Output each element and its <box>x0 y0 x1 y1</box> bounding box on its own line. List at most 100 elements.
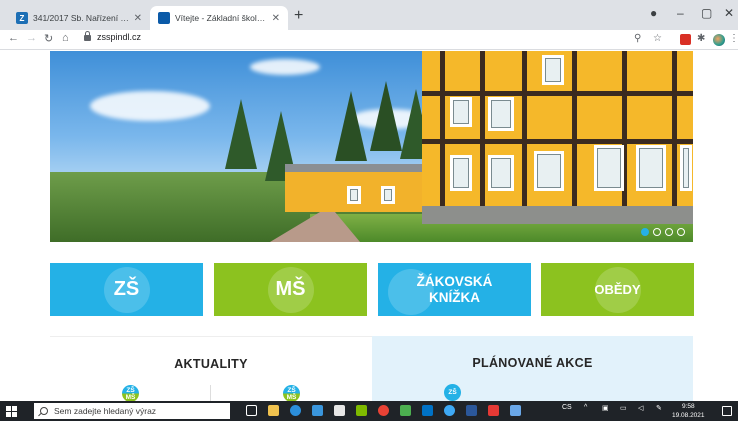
app-icon[interactable] <box>400 405 411 416</box>
slider-dot[interactable] <box>665 228 673 236</box>
zs-ms-badge: ZŠ MŠ <box>283 385 300 401</box>
back-button[interactable]: ← <box>8 32 19 44</box>
zs-badge: ZŠ <box>444 384 461 401</box>
window <box>381 186 395 204</box>
slider-dot[interactable] <box>677 228 685 236</box>
window <box>680 145 692 191</box>
timber-beam <box>522 51 527 221</box>
events-panel-title: PLÁNOVANÉ AKCE <box>472 356 593 370</box>
mail-icon[interactable] <box>312 405 323 416</box>
tile-materska-skola[interactable]: MŠ <box>214 263 367 316</box>
new-tab-button[interactable]: + <box>294 8 303 24</box>
badge-zs-text: ZŠ <box>126 386 135 394</box>
events-panel: PLÁNOVANÉ AKCE ZŠ <box>372 336 693 401</box>
news-divider <box>210 385 211 401</box>
battery-icon[interactable]: ▭ <box>620 404 627 412</box>
app-icon[interactable] <box>356 405 367 416</box>
taskbar-search-box[interactable]: Sem zadejte hledaný výraz <box>34 403 230 419</box>
badge-ms-text: MŠ <box>125 393 136 401</box>
maximize-button[interactable]: ▢ <box>701 6 712 20</box>
search-placeholder: Sem zadejte hledaný výraz <box>54 406 157 416</box>
network-icon[interactable]: ▣ <box>602 404 609 412</box>
window <box>450 155 472 191</box>
address-bar[interactable]: zsspindl.cz <box>84 31 142 42</box>
school-main-building <box>422 51 693 221</box>
badge-ms-text: MŠ <box>286 393 297 401</box>
tab-title: 341/2017 Sb. Nařízení vlády o pl… <box>33 13 130 23</box>
pdf-extension-icon[interactable] <box>680 34 691 45</box>
badge-zs-text: ZŠ <box>287 386 296 394</box>
app-icon[interactable] <box>510 405 521 416</box>
timber-beam <box>480 51 485 221</box>
chevron-up-icon[interactable]: ^ <box>584 404 587 411</box>
clock-time: 9:58 <box>681 403 695 410</box>
volume-icon[interactable]: ◁ <box>638 404 643 412</box>
slider-pagination <box>641 228 685 236</box>
close-tab-icon[interactable]: ✕ <box>134 13 142 24</box>
extensions-puzzle-icon[interactable]: ✱ <box>697 33 705 44</box>
tile-obedy[interactable]: OBĚDY <box>541 263 694 316</box>
hero-slider <box>50 51 693 242</box>
menu-kebab-icon[interactable]: ⋮ <box>729 33 738 44</box>
forward-button[interactable]: → <box>26 32 37 44</box>
window <box>534 151 564 191</box>
building-foundation <box>422 206 693 224</box>
app-icon[interactable] <box>488 405 499 416</box>
notifications-icon[interactable] <box>722 406 732 416</box>
tile-label: ZŠ <box>113 278 140 300</box>
clock-date: 19.08.2021 <box>672 412 705 419</box>
tile-label: MŠ <box>275 278 306 300</box>
zoom-icon[interactable]: ⚲ <box>634 33 641 44</box>
tree <box>335 91 367 161</box>
tile-label-line1: ŽÁKOVSKÁ <box>416 273 493 289</box>
outlook-icon[interactable] <box>422 405 433 416</box>
lock-icon <box>84 31 91 41</box>
tab-narizeni-vlady[interactable]: Z 341/2017 Sb. Nařízení vlády o pl… ✕ <box>8 6 150 30</box>
close-tab-icon[interactable]: ✕ <box>272 13 280 24</box>
school-annex-building <box>285 164 425 212</box>
taskbar-clock[interactable]: 9:58 19.08.2021 <box>672 402 705 420</box>
bookmark-star-icon[interactable]: ☆ <box>653 33 662 44</box>
home-button[interactable]: ⌂ <box>62 32 69 44</box>
windows-start-button[interactable] <box>6 406 17 417</box>
slider-dot[interactable] <box>641 228 649 236</box>
tab-vitejte-zs[interactable]: Vítejte - Základní škola a mateřsk… ✕ <box>150 6 288 30</box>
timber-beam <box>672 51 677 221</box>
store-icon[interactable] <box>334 405 345 416</box>
profile-avatar[interactable] <box>713 34 725 46</box>
file-explorer-icon[interactable] <box>268 405 279 416</box>
cloud <box>250 59 320 75</box>
word-icon[interactable] <box>466 405 477 416</box>
edge-icon[interactable] <box>290 405 301 416</box>
browser-tab-strip: Z 341/2017 Sb. Nařízení vlády o pl… ✕ Ví… <box>0 0 738 30</box>
zs-ms-badge: ZŠ MŠ <box>122 385 139 401</box>
url-text: zsspindl.cz <box>97 32 142 42</box>
news-panel-title: AKTUALITY <box>174 357 248 371</box>
profile-dot-icon[interactable]: ● <box>650 6 657 20</box>
window <box>636 145 666 191</box>
minimize-button[interactable]: – <box>677 6 684 20</box>
school-favicon-icon <box>158 12 170 24</box>
window <box>542 55 564 85</box>
tree <box>225 99 257 169</box>
window <box>450 97 472 127</box>
close-window-button[interactable]: ✕ <box>724 6 734 20</box>
pen-icon[interactable]: ✎ <box>656 404 662 412</box>
window <box>488 97 514 131</box>
window <box>347 186 361 204</box>
tile-label: OBĚDY <box>594 282 641 297</box>
task-view-icon[interactable] <box>246 405 257 416</box>
tile-label-line2: KNÍŽKA <box>428 289 480 305</box>
reload-button[interactable]: ↻ <box>44 32 53 45</box>
news-panel: AKTUALITY ZŠ MŠ ZŠ MŠ <box>50 336 372 401</box>
window <box>594 145 624 191</box>
slider-dot[interactable] <box>653 228 661 236</box>
app-icon[interactable] <box>444 405 455 416</box>
tile-zakladni-skola[interactable]: ZŠ <box>50 263 203 316</box>
keyboard-language[interactable]: CS <box>562 404 572 411</box>
tile-zakovska-knizka[interactable]: ŽÁKOVSKÁ KNÍŽKA <box>378 263 531 316</box>
chrome-icon[interactable] <box>378 405 389 416</box>
window <box>488 155 514 191</box>
search-icon <box>40 407 48 415</box>
tree <box>370 81 402 151</box>
